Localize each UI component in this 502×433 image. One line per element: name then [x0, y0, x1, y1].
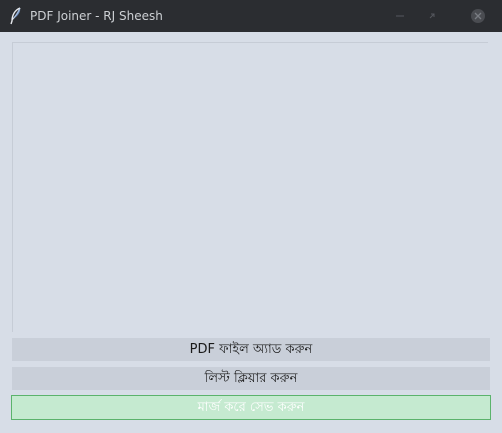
pdf-file-list[interactable]	[12, 42, 488, 332]
app-window: PDF Joiner - RJ Sheesh PDF ফাইল অ্যাড কর…	[0, 0, 502, 433]
minimize-icon	[396, 15, 404, 17]
title-bar[interactable]: PDF Joiner - RJ Sheesh	[0, 0, 502, 32]
close-icon	[471, 9, 485, 23]
minimize-button[interactable]	[390, 6, 410, 26]
maximize-button[interactable]	[422, 6, 442, 26]
merge-save-button[interactable]: মার্জ করে সেভ করুন	[11, 395, 491, 420]
clear-list-button[interactable]: লিস্ট ক্লিয়ার করুন	[12, 367, 490, 390]
maximize-icon	[429, 13, 435, 19]
feather-icon	[9, 7, 23, 25]
add-pdf-button[interactable]: PDF ফাইল অ্যাড করুন	[12, 338, 490, 361]
window-title: PDF Joiner - RJ Sheesh	[30, 9, 163, 23]
close-button[interactable]	[468, 6, 488, 26]
